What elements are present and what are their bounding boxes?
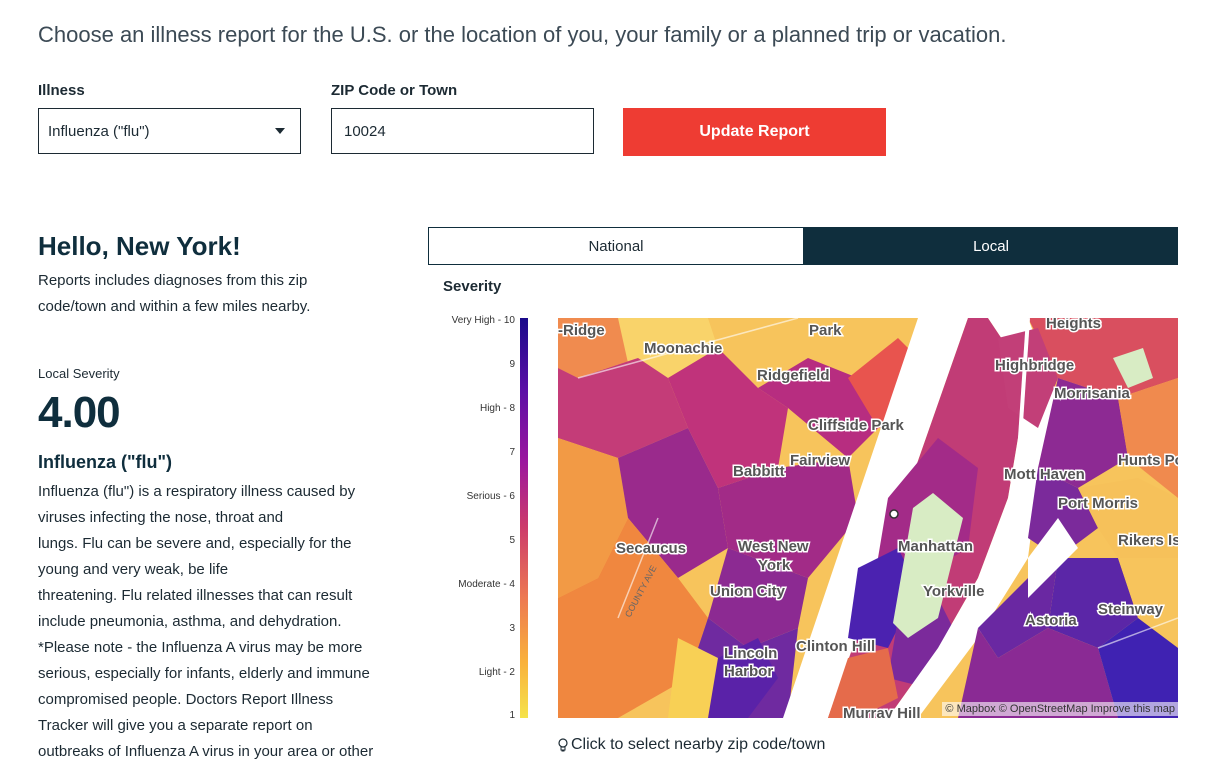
illness-desc-line: serious, especially for infants, elderly…	[38, 665, 370, 682]
illness-desc-line: young and very weak, be life	[38, 561, 229, 578]
scale-label-2: Light - 2	[478, 667, 515, 678]
severity-legend-title: Severity	[443, 278, 502, 295]
illness-desc-line: include pneumonia, asthma, and dehydrati…	[38, 613, 342, 630]
map-label: York	[758, 557, 791, 574]
greeting-heading: Hello, New York!	[38, 231, 241, 261]
illness-desc-line: threatening. Flu related illnesses that …	[38, 587, 353, 604]
scale-label-7: 7	[509, 447, 515, 458]
intro-text: Choose an illness report for the U.S. or…	[38, 22, 1007, 47]
map-attribution[interactable]: © Mapbox © OpenStreetMap Improve this ma…	[942, 702, 1178, 716]
severity-color-scale	[520, 318, 528, 718]
update-report-button[interactable]: Update Report	[623, 108, 886, 156]
map-label: Clinton Hill	[796, 638, 875, 655]
map-label: Ridgefield	[757, 367, 830, 384]
map-label: Yorkville	[923, 583, 984, 600]
local-severity-label: Local Severity	[38, 366, 120, 381]
map-label: Port Morris	[1058, 495, 1138, 512]
zip-input[interactable]	[331, 108, 594, 154]
map-label: Lincoln	[724, 645, 777, 662]
illness-desc-line: viruses infecting the nose, throat and	[38, 509, 284, 526]
illness-desc-line: outbreaks of Influenza A virus in your a…	[38, 743, 374, 760]
map-label: Moonachie	[644, 340, 722, 357]
illness-label: Illness	[38, 82, 85, 99]
scale-label-4: Moderate - 4	[458, 579, 515, 590]
map-label: Morrisania	[1054, 385, 1131, 402]
scale-label-8: High - 8	[479, 403, 515, 414]
scale-label-3: 3	[509, 623, 515, 634]
map-label: Union City	[710, 583, 786, 600]
illness-select[interactable]: Influenza ("flu")	[38, 108, 301, 154]
severity-map[interactable]: -Ridge Park Moonachie Ridgefield Highbri…	[558, 318, 1178, 718]
tab-local[interactable]: Local	[804, 227, 1178, 265]
lightbulb-icon	[558, 738, 568, 752]
map-label: Rikers Isl	[1118, 532, 1178, 549]
map-label: Highbridge	[995, 357, 1074, 374]
scale-label-9: 9	[509, 359, 515, 370]
map-label: Steinway	[1098, 601, 1164, 618]
map-canvas[interactable]: -Ridge Park Moonachie Ridgefield Highbri…	[558, 318, 1178, 718]
illness-desc-line: lungs. Flu can be severe and, especially…	[38, 535, 352, 552]
map-label: Fairview	[790, 452, 850, 469]
map-label: -Ridge	[558, 322, 605, 339]
scale-label-5: 5	[509, 535, 515, 546]
illness-select-value: Influenza ("flu")	[48, 122, 150, 140]
map-hint-text: Click to select nearby zip code/town	[571, 736, 826, 753]
map-label: West New	[738, 538, 809, 555]
report-description: Reports includes diagnoses from this zip…	[38, 272, 311, 315]
scale-label-1: 1	[509, 710, 515, 721]
caret-down-icon	[275, 128, 285, 134]
view-tabs: National Local	[428, 227, 1178, 265]
illness-title: Influenza ("flu")	[38, 452, 173, 472]
scale-label-10: Very High - 10	[451, 315, 515, 326]
map-label: Murray Hill	[843, 705, 921, 718]
map-label: Manhattan	[898, 538, 973, 555]
map-label: Secaucus	[616, 540, 686, 557]
map-label: Astoria	[1025, 612, 1077, 629]
zip-label: ZIP Code or Town	[331, 82, 458, 99]
illness-desc-line: Tracker will give you a separate report …	[38, 717, 313, 734]
map-label: Cliffside Park	[808, 417, 905, 434]
illness-description: Influenza (flu") is a respiratory illnes…	[38, 479, 408, 761]
map-label: Babbitt	[733, 463, 785, 480]
map-label: Mott Haven	[1004, 466, 1085, 483]
illness-desc-line: *Please note - the Influenza A virus may…	[38, 639, 363, 656]
map-label: Park	[809, 322, 842, 339]
local-severity-value: 4.00	[38, 388, 121, 437]
map-label: Heights	[1046, 318, 1101, 332]
map-label: Hunts Po	[1118, 452, 1178, 469]
scale-label-6: Serious - 6	[466, 491, 515, 502]
map-label: Harbor	[724, 663, 773, 680]
illness-desc-line: compromised people. Doctors Report Illne…	[38, 691, 334, 708]
map-hint: Click to select nearby zip code/town	[558, 736, 825, 754]
illness-desc-line: Influenza (flu") is a respiratory illnes…	[38, 483, 356, 500]
tab-national[interactable]: National	[428, 227, 804, 265]
